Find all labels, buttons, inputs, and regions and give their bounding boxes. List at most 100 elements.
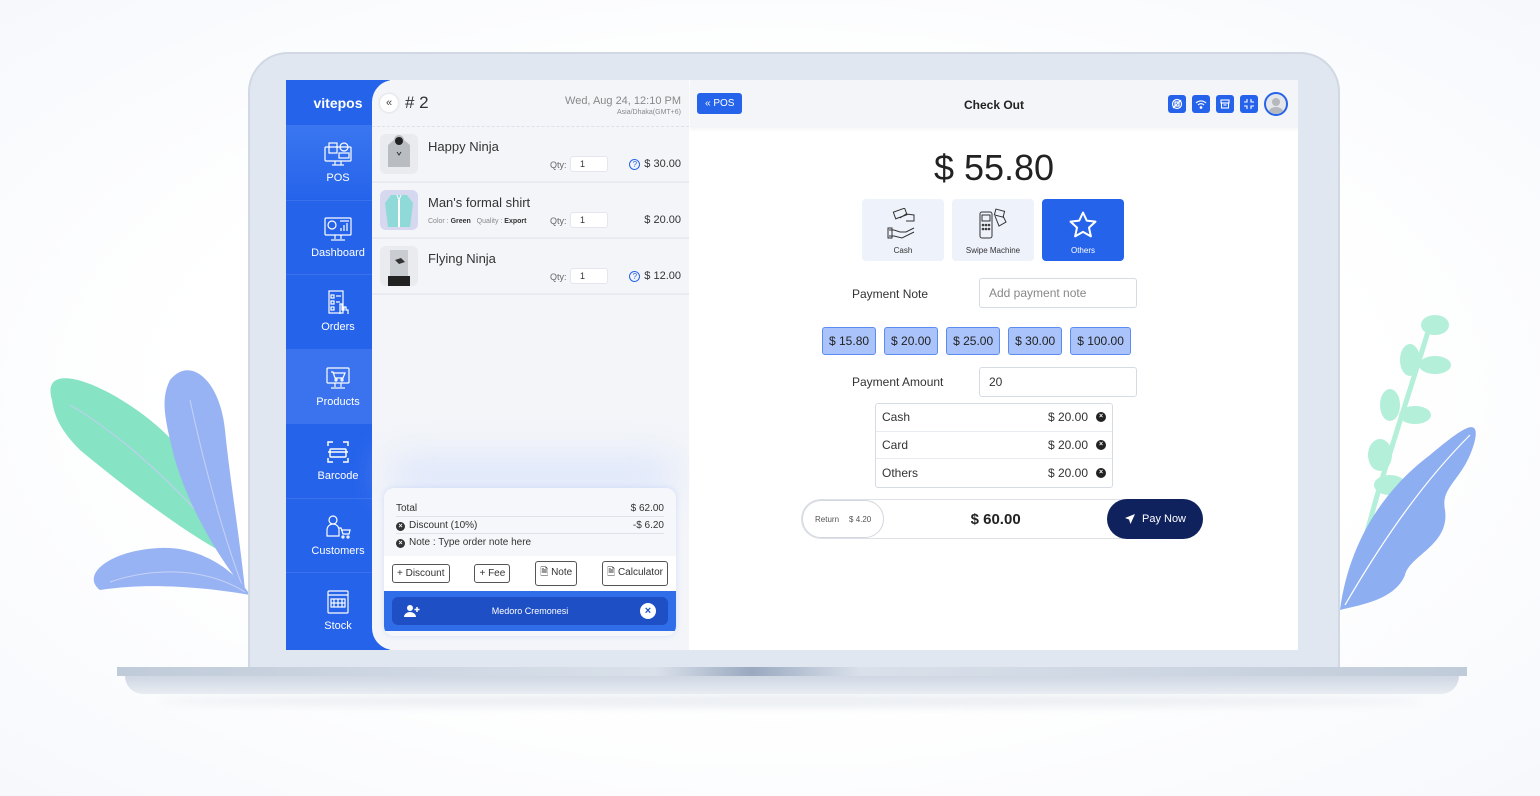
store-button[interactable] [1216, 95, 1234, 113]
laptop-base-lower [125, 676, 1459, 694]
exit-fullscreen-button[interactable] [1240, 95, 1258, 113]
discount-value: -$ 6.20 [632, 519, 664, 531]
help-circle-icon[interactable]: ? [629, 158, 641, 170]
order-number: # 2 [405, 93, 429, 112]
remove-split-icon[interactable]: × [1096, 412, 1106, 423]
products-cart-icon [326, 367, 350, 389]
color-value: Green [450, 218, 471, 225]
double-chevron-left-icon: « [385, 97, 393, 109]
orders-list-icon [328, 290, 349, 315]
item-attributes: Color : Green Quality : Export [428, 218, 526, 225]
payment-method-label: Cash [893, 246, 913, 255]
summary-glow [392, 460, 672, 490]
color-label: Color : [428, 218, 449, 225]
cart-item[interactable]: Man's formal shirt Color : Green Quality… [372, 183, 689, 239]
payment-method-cash[interactable]: Cash [862, 199, 944, 261]
payment-method-label: Others [1070, 246, 1095, 255]
qty-label: Qty: [550, 216, 567, 226]
order-note[interactable]: Note : Type order note here [409, 537, 531, 548]
document-icon: 🗎 [540, 567, 549, 578]
payment-amount-input[interactable] [979, 367, 1137, 397]
customer-selector[interactable]: Medoro Cremonesi × [392, 597, 668, 625]
paid-total: $ 60.00 [970, 510, 1021, 528]
remove-note-icon[interactable]: × [396, 539, 405, 548]
order-datetime: Wed, Aug 24, 12:10 PM [565, 95, 681, 107]
barcode-scan-icon [327, 441, 349, 463]
sync-icon [1171, 98, 1183, 110]
sidebar-item-label: Stock [324, 619, 352, 632]
item-price: ? $ 30.00 [629, 158, 681, 170]
header-actions [1168, 92, 1288, 116]
sync-button[interactable] [1168, 95, 1186, 113]
quick-amounts: $ 15.80 $ 20.00 $ 25.00 $ 30.00 $ 100.00 [822, 327, 1131, 355]
collapse-cart-button[interactable]: « [380, 94, 398, 112]
calculator-button[interactable]: 🗎 Calculator [602, 561, 668, 586]
quick-amount-button[interactable]: $ 25.00 [946, 327, 1001, 355]
product-thumbnail [380, 190, 418, 230]
quick-amount-button[interactable]: $ 15.80 [822, 327, 877, 355]
qty-label: Qty: [550, 160, 567, 170]
pay-bar: Return $ 4.20 $ 60.00 Pay Now [801, 499, 1203, 539]
laptop-base-hinge [117, 667, 1467, 676]
order-summary: Total $ 62.00 × Discount (10%) -$ 6.20 × N… [384, 488, 676, 636]
decorative-plant-left [50, 370, 250, 595]
item-name: Flying Ninja [428, 251, 496, 266]
amount-due: $ 55.80 [933, 147, 1055, 188]
help-circle-icon[interactable]: ? [629, 270, 641, 282]
user-avatar[interactable] [1264, 92, 1288, 116]
quick-amount-button[interactable]: $ 20.00 [884, 327, 939, 355]
item-price-value: $ 20.00 [644, 214, 681, 226]
payment-method-swipe-machine[interactable]: Swipe Machine [952, 199, 1034, 261]
sidebar-item-label: POS [326, 172, 350, 185]
split-amount: $ 20.00 [1047, 410, 1088, 425]
qty-label: Qty: [550, 272, 567, 282]
remove-customer-icon[interactable]: × [640, 603, 656, 619]
checkout-panel: « POS Check Out $ 55.80 Cash Swipe Machi… [690, 80, 1298, 650]
cart-item[interactable]: Happy Ninja Qty: 1 ? $ 30.00 [372, 127, 689, 183]
item-price: ? $ 12.00 [629, 270, 681, 282]
payment-method-label: Swipe Machine [965, 246, 1021, 255]
card-machine-icon [979, 208, 1007, 239]
customer-bar: Medoro Cremonesi × [384, 591, 676, 631]
send-arrow-icon [1124, 514, 1135, 524]
total-value: $ 62.00 [630, 502, 664, 514]
payment-note-input[interactable] [979, 278, 1137, 308]
item-price: $ 20.00 [644, 214, 681, 226]
total-row: Total $ 62.00 [396, 500, 664, 517]
payment-method-others[interactable]: Others [1042, 199, 1124, 261]
payment-methods: Cash Swipe Machine Others [862, 199, 1124, 261]
poster-image [388, 250, 410, 286]
qty-input[interactable]: 1 [570, 156, 608, 172]
item-name: Man's formal shirt [428, 195, 531, 210]
note-button[interactable]: 🗎 Note [535, 561, 578, 586]
add-fee-button[interactable]: + Fee [474, 564, 511, 583]
marketing-stage: vitepos POS Dashboard Orders Products Ba… [0, 0, 1540, 796]
split-row: Others $ 20.00 × [876, 459, 1112, 487]
add-discount-button[interactable]: + Discount [392, 564, 450, 583]
quick-amount-button[interactable]: $ 30.00 [1008, 327, 1063, 355]
dashboard-chart-icon [324, 217, 352, 241]
add-user-icon [404, 605, 420, 617]
customer-icon [326, 515, 351, 539]
item-name: Happy Ninja [428, 139, 499, 154]
split-method: Others [882, 465, 919, 480]
calculator-button-label: Calculator [617, 567, 663, 578]
qty-input[interactable]: 1 [570, 268, 608, 284]
total-label: Total [396, 502, 418, 514]
app-screen: vitepos POS Dashboard Orders Products Ba… [286, 80, 1298, 650]
quick-amount-button[interactable]: $ 100.00 [1070, 327, 1131, 355]
note-row: × Note : Type order note here [396, 534, 664, 551]
remove-discount-icon[interactable]: × [396, 521, 405, 531]
quality-label: Quality : [476, 218, 503, 225]
sidebar-item-label: Barcode [317, 470, 359, 483]
qty-input[interactable]: 1 [570, 212, 608, 228]
sidebar-item-label: Dashboard [311, 246, 365, 259]
remove-split-icon[interactable]: × [1096, 439, 1106, 450]
wifi-button[interactable] [1192, 95, 1210, 113]
remove-split-icon[interactable]: × [1096, 467, 1106, 478]
sidebar-item-label: Products [316, 395, 360, 408]
wifi-icon [1195, 100, 1207, 109]
pay-now-button[interactable]: Pay Now [1107, 499, 1203, 539]
cart-item[interactable]: Flying Ninja Qty: 1 ? $ 12.00 [372, 239, 689, 295]
laptop-shadow [160, 694, 1420, 708]
